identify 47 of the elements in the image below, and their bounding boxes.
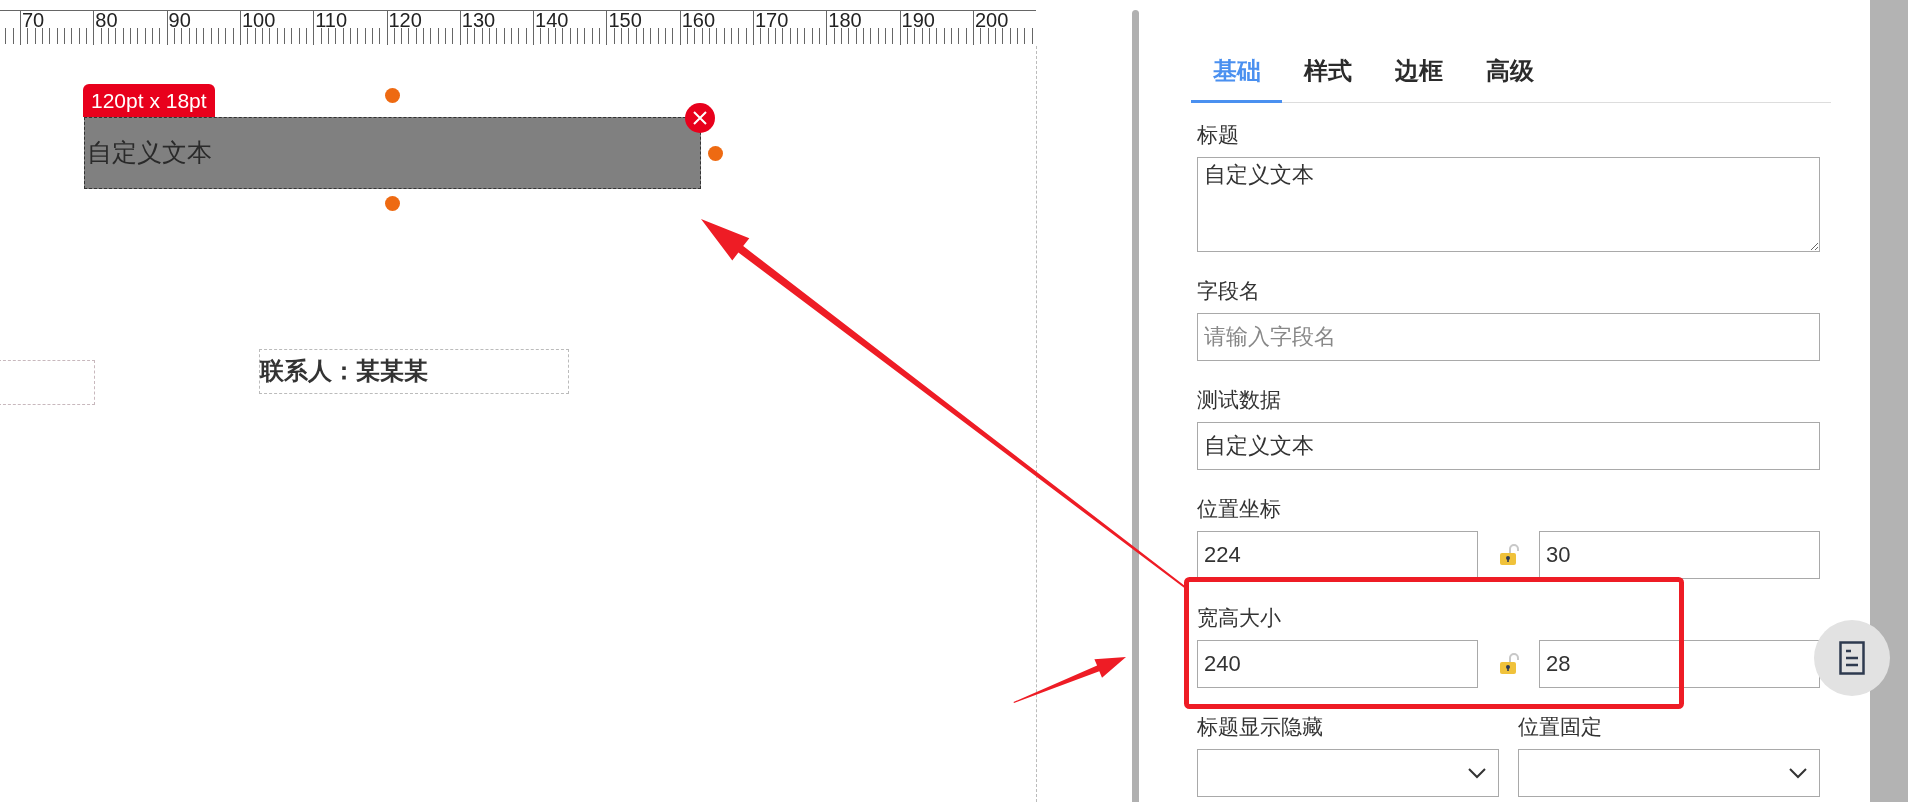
text-field[interactable]: 自定义文本 bbox=[1197, 422, 1820, 470]
ruler-label: 130 bbox=[461, 9, 496, 31]
size-tag: 120pt x 18pt bbox=[83, 84, 215, 117]
field-label: 字段名 bbox=[1197, 278, 1261, 304]
ruler-label: 140 bbox=[535, 9, 569, 31]
field-label: 标题显示隐藏 bbox=[1197, 714, 1324, 740]
text-field[interactable]: 请输入字段名 bbox=[1197, 313, 1820, 361]
chevron-icon bbox=[1789, 767, 1807, 779]
resize-handle[interactable] bbox=[385, 88, 400, 103]
field-label: 位置坐标 bbox=[1197, 496, 1282, 522]
contact-text[interactable]: 联系人：某某某 bbox=[259, 349, 569, 394]
ruler-label: 170 bbox=[755, 9, 789, 31]
ruler-label: 200 bbox=[974, 9, 1009, 31]
resize-handle[interactable] bbox=[708, 146, 723, 161]
field-label: 宽高大小 bbox=[1197, 605, 1282, 631]
tab[interactable]: 样式 bbox=[1282, 56, 1373, 103]
field-label: 位置固定 bbox=[1518, 714, 1603, 740]
ruler-label: 90 bbox=[168, 9, 191, 31]
tab[interactable]: 高级 bbox=[1464, 56, 1555, 103]
number-field[interactable]: 224 bbox=[1197, 531, 1478, 579]
scrollbar[interactable] bbox=[1132, 10, 1139, 802]
field-label: 测试数据 bbox=[1197, 387, 1282, 413]
close-icon[interactable] bbox=[685, 103, 715, 133]
resize-handle[interactable] bbox=[385, 196, 400, 211]
dropdown-field[interactable] bbox=[1197, 749, 1499, 797]
ruler-label: 120 bbox=[388, 9, 422, 31]
ruler-label: 190 bbox=[901, 9, 935, 31]
ruler-label: 100 bbox=[241, 9, 276, 31]
number-field[interactable]: 240 bbox=[1197, 640, 1478, 688]
scrollbar-track[interactable] bbox=[1870, 0, 1908, 802]
field-label: 标题 bbox=[1197, 122, 1240, 148]
empty-element[interactable] bbox=[0, 360, 95, 405]
padlock-icon[interactable] bbox=[1498, 544, 1519, 566]
number-field[interactable]: 30 bbox=[1539, 531, 1820, 579]
tab[interactable]: 边框 bbox=[1373, 56, 1464, 103]
ruler-label: 150 bbox=[608, 9, 642, 31]
ruler-label: 80 bbox=[95, 9, 118, 31]
ruler-label: 160 bbox=[681, 9, 716, 31]
ruler-label: 110 bbox=[315, 9, 348, 31]
document-icon bbox=[1839, 641, 1865, 675]
ruler-label: 70 bbox=[22, 9, 45, 31]
ruler-label: 180 bbox=[828, 9, 862, 31]
chevron-icon bbox=[1468, 767, 1486, 779]
padlock-icon[interactable] bbox=[1498, 653, 1519, 675]
text-element[interactable]: 自定义文本 bbox=[84, 117, 701, 189]
title-field[interactable]: 自定义文本 bbox=[1197, 157, 1820, 252]
dropdown-field[interactable] bbox=[1518, 749, 1820, 797]
